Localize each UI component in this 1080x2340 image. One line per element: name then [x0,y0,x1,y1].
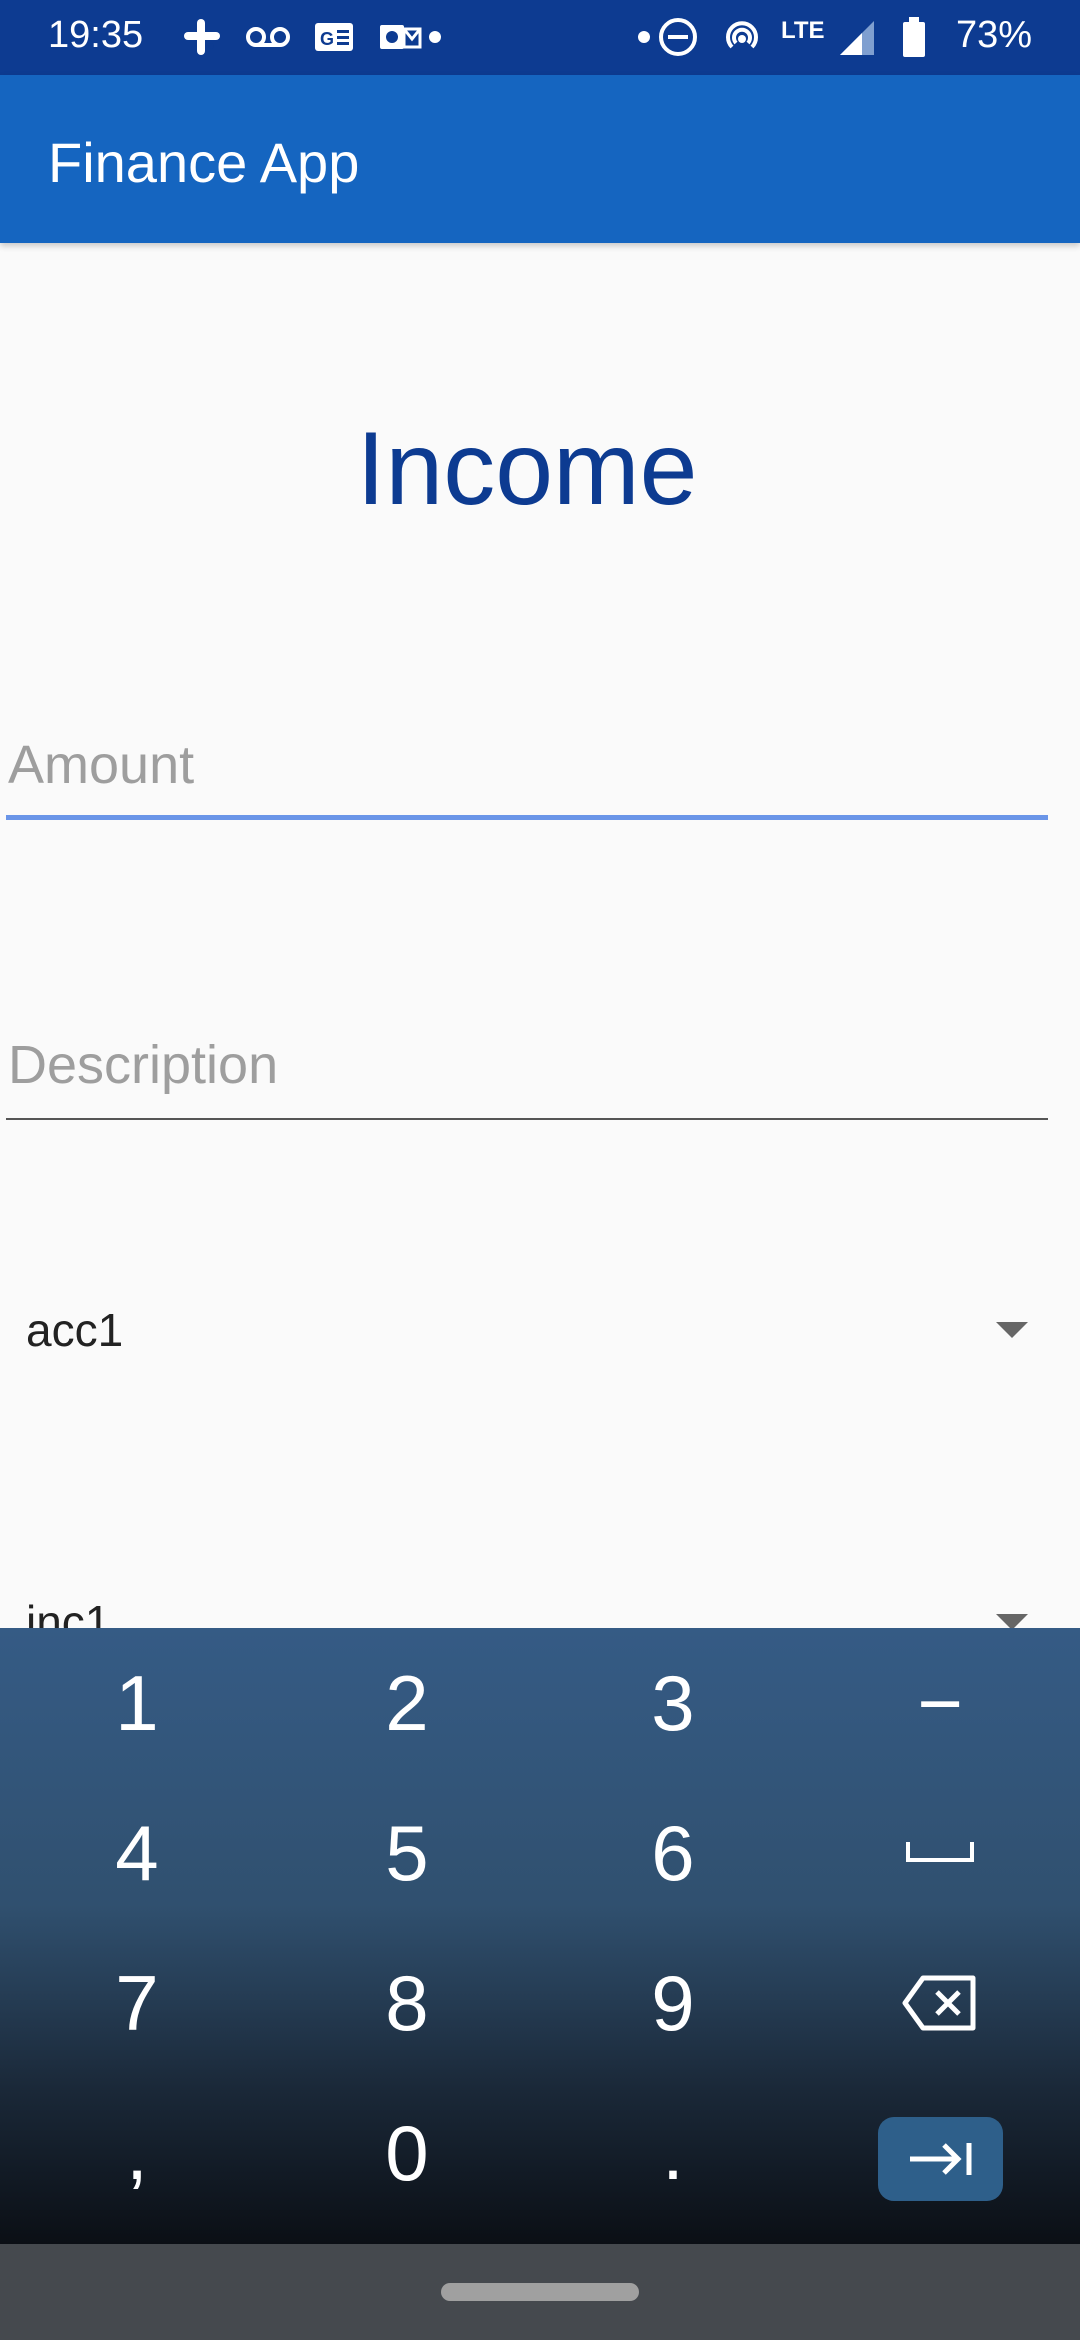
signal-icon [836,12,876,62]
key-4[interactable]: 4 [2,1778,272,1928]
amount-input[interactable] [6,730,1048,800]
key-2[interactable]: 2 [272,1628,542,1778]
key-space[interactable] [805,1778,1075,1928]
key-0[interactable]: 0 [272,2078,542,2228]
news-icon: G [313,12,355,62]
dot-icon [428,12,442,62]
page-heading: Income [356,411,698,527]
status-time: 19:35 [48,14,144,56]
account-selected-value: acc1 [26,1304,124,1356]
battery-percentage: 73% [955,14,1032,56]
key-1[interactable]: 1 [2,1628,272,1778]
key-9[interactable]: 9 [538,1928,808,2078]
home-gesture-handle[interactable] [441,2283,639,2301]
navigation-bar [0,2244,1080,2340]
slack-icon [182,12,222,62]
key-5[interactable]: 5 [272,1778,542,1928]
dot-icon [637,12,651,62]
amount-field[interactable] [6,730,1048,820]
description-input[interactable] [6,1030,1048,1100]
key-8[interactable]: 8 [272,1928,542,2078]
key-3[interactable]: 3 [538,1628,808,1778]
description-underline [6,1118,1048,1120]
next-key[interactable] [878,2117,1003,2201]
key-6[interactable]: 6 [538,1778,808,1928]
key-minus[interactable]: − [805,1628,1075,1778]
battery-icon [900,12,928,62]
voicemail-icon [245,12,291,62]
amount-underline [6,815,1048,820]
tab-next-icon [909,2143,971,2175]
backspace-icon [902,1975,976,2031]
numeric-keyboard: 1 2 3 − 4 5 6 7 8 9 , 0 . [0,1628,1080,2244]
key-period[interactable]: . [538,2078,808,2228]
network-type: LTE [781,17,825,44]
key-backspace[interactable] [805,1928,1075,2078]
description-field[interactable] [6,1030,1048,1120]
space-icon [906,1842,974,1862]
status-bar: 19:35 G LTE 73% [0,0,1080,75]
account-dropdown[interactable]: acc1 [6,1290,1048,1370]
dropdown-arrow-icon [996,1322,1028,1338]
do-not-disturb-icon [656,12,700,62]
key-comma[interactable]: , [2,2078,272,2228]
app-title: Finance App [48,131,360,194]
outlook-icon [378,12,422,62]
hotspot-icon [720,12,764,62]
key-7[interactable]: 7 [2,1928,272,2078]
app-bar: Finance App [0,75,1080,243]
svg-text:G: G [320,29,334,49]
